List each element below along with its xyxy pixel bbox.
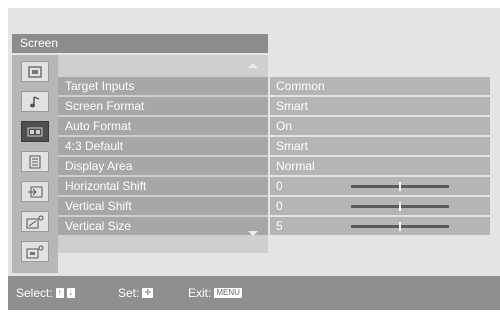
input-icon[interactable]: [21, 181, 49, 202]
menu-row-label: Horizontal Shift: [58, 177, 268, 195]
horizontal-shift-slider[interactable]: [351, 182, 449, 191]
category-icon-column: [12, 55, 58, 273]
vertical-size-slider[interactable]: [351, 222, 449, 231]
scroll-up-arrow-icon: [248, 63, 258, 68]
panel-title: Screen: [12, 34, 268, 53]
menu-row-horizontal-shift[interactable]: Horizontal Shift 0: [58, 177, 490, 195]
menu-row-auto-format[interactable]: Auto Format On: [58, 117, 490, 135]
pc-settings-icon[interactable]: [21, 211, 49, 232]
menu-row-label: 4:3 Default: [58, 137, 268, 155]
sound-note-icon[interactable]: [21, 91, 49, 112]
up-arrow-key-icon: ↑: [55, 288, 64, 298]
menu-key-icon: MENU: [214, 288, 242, 298]
menu-row-label: Screen Format: [58, 97, 268, 115]
set-help: Set: ✛: [118, 286, 154, 300]
slider-thumb[interactable]: [399, 182, 401, 191]
screen-icon[interactable]: [21, 121, 49, 142]
slider-thumb[interactable]: [399, 202, 401, 211]
down-arrow-key-icon: ↓: [66, 288, 75, 298]
menu-row-4-3-default[interactable]: 4:3 Default Smart: [58, 137, 490, 155]
menu-row-vertical-shift[interactable]: Vertical Shift 0: [58, 197, 490, 215]
menu-row-value: Normal: [270, 157, 490, 175]
menu-row-label: Vertical Shift: [58, 197, 268, 215]
menu-row-display-area[interactable]: Display Area Normal: [58, 157, 490, 175]
help-bar: Select: ↑ ↓ Set: ✛ Exit: MENU: [8, 276, 500, 310]
menu-row-value: Smart: [270, 97, 490, 115]
slider-thumb[interactable]: [399, 222, 401, 231]
set-label: Set:: [118, 286, 140, 300]
menu-row-value: On: [270, 117, 490, 135]
exit-label: Exit:: [188, 286, 212, 300]
menu-row-vertical-size[interactable]: Vertical Size 5: [58, 217, 490, 235]
menu-row-target-inputs[interactable]: Target Inputs Common: [58, 77, 490, 95]
menu-row-label: Vertical Size: [58, 217, 268, 235]
menu-row-value: Common: [270, 77, 490, 95]
menu-row-label: Display Area: [58, 157, 268, 175]
vertical-shift-slider[interactable]: [351, 202, 449, 211]
setup-icon[interactable]: [21, 241, 49, 262]
scroll-down-arrow-icon: [248, 231, 258, 236]
enter-key-icon: ✛: [142, 288, 154, 298]
menu-row-label: Target Inputs: [58, 77, 268, 95]
features-list-icon[interactable]: [21, 151, 49, 172]
select-help: Select: ↑ ↓: [16, 286, 75, 300]
menu-row-screen-format[interactable]: Screen Format Smart: [58, 97, 490, 115]
menu-row-label: Auto Format: [58, 117, 268, 135]
picture-icon[interactable]: [21, 61, 49, 82]
select-label: Select:: [16, 286, 53, 300]
exit-help: Exit: MENU: [188, 286, 242, 300]
menu-row-value: Smart: [270, 137, 490, 155]
